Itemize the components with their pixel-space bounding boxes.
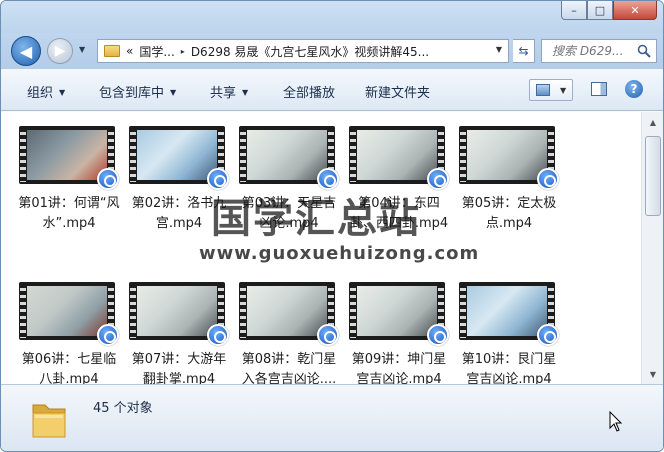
watermark-url: www.guoxuehuizong.com (199, 243, 480, 264)
refresh-icon: ⇆ (518, 44, 529, 58)
media-player-icon (537, 324, 559, 346)
media-player-icon (97, 324, 119, 346)
view-icon (536, 84, 550, 96)
file-item[interactable]: 第07讲：大游年翻卦掌.mp4 (127, 280, 231, 390)
address-dropdown-icon[interactable]: ▼ (496, 45, 502, 54)
video-frame (357, 130, 437, 180)
film-strip (20, 128, 26, 182)
maximize-button[interactable]: □ (587, 1, 613, 20)
video-thumbnail[interactable] (349, 282, 449, 346)
file-item[interactable]: 第06讲：七星临八卦.mp4 (17, 280, 121, 390)
file-name: 第05讲：定太极点.mp4 (461, 196, 557, 231)
window-controls: – □ ✕ (561, 1, 657, 21)
film-strip (350, 128, 356, 182)
search-icon[interactable] (637, 44, 651, 58)
file-item[interactable]: 第08讲：乾门星入各宫吉凶论.... (237, 280, 341, 390)
scroll-thumb[interactable] (645, 136, 661, 216)
media-player-icon (207, 324, 229, 346)
video-thumbnail[interactable] (129, 126, 229, 190)
file-name: 第01讲：何谓“风水”.mp4 (18, 196, 120, 231)
recent-pages-chevron-icon[interactable]: ▼ (79, 45, 85, 54)
media-player-icon (97, 168, 119, 190)
file-item[interactable]: 第01讲：何谓“风水”.mp4 (17, 124, 121, 234)
file-item[interactable]: 第10讲：艮门星宫吉凶论.mp4 (457, 280, 561, 390)
change-view-button[interactable]: ▼ (529, 79, 573, 101)
include-in-library-menu[interactable]: 包含到库中 ▼ (99, 82, 176, 101)
back-button[interactable]: ◀ (11, 36, 41, 66)
video-frame (137, 130, 217, 180)
video-frame (247, 130, 327, 180)
chevron-down-icon[interactable]: ▼ (560, 86, 566, 95)
watermark-title: 国学汇总站 (211, 196, 421, 242)
chevron-down-icon: ▼ (170, 88, 177, 97)
item-count: 45 个对象 (93, 401, 153, 416)
minimize-button[interactable]: – (561, 1, 587, 20)
file-item[interactable]: 第05讲：定太极点.mp4 (457, 124, 561, 234)
video-thumbnail[interactable] (129, 282, 229, 346)
back-arrow-icon: ◀ (19, 41, 33, 61)
media-player-icon (427, 324, 449, 346)
video-thumbnail[interactable] (349, 126, 449, 190)
video-frame (467, 130, 547, 180)
breadcrumb-separator-icon[interactable]: ▸ (181, 47, 185, 56)
video-thumbnail[interactable] (459, 282, 559, 346)
film-strip (460, 128, 466, 182)
command-bar: 组织 ▼ 包含到库中 ▼ 共享 ▼ 全部播放 新建文件夹 ▼ ? (1, 69, 663, 111)
video-thumbnail[interactable] (459, 126, 559, 190)
film-strip (350, 284, 356, 338)
media-player-icon (427, 168, 449, 190)
details-pane: 45 个对象 (1, 384, 663, 451)
video-frame (357, 286, 437, 336)
film-strip (240, 128, 246, 182)
breadcrumb-segment-2[interactable]: D6298 易晟《九宫七星风水》视频讲解45... (191, 43, 429, 60)
folder-icon (104, 45, 120, 57)
new-folder-button[interactable]: 新建文件夹 (365, 82, 430, 101)
film-strip (460, 284, 466, 338)
preview-pane-icon[interactable] (591, 82, 607, 96)
video-thumbnail[interactable] (239, 126, 339, 190)
folder-icon (32, 404, 66, 438)
video-thumbnail[interactable] (239, 282, 339, 346)
title-bar: – □ ✕ (1, 1, 663, 33)
video-thumbnail[interactable] (19, 282, 119, 346)
video-frame (27, 286, 107, 336)
video-frame (467, 286, 547, 336)
mouse-cursor-icon (609, 411, 623, 432)
video-frame (27, 130, 107, 180)
forward-button[interactable]: ▶ (47, 38, 73, 64)
video-thumbnail[interactable] (19, 126, 119, 190)
media-player-icon (317, 324, 339, 346)
refresh-button[interactable]: ⇆ (513, 39, 535, 63)
video-frame (137, 286, 217, 336)
play-all-button[interactable]: 全部播放 (283, 82, 335, 101)
chevron-down-icon: ▼ (59, 88, 66, 97)
scroll-down-icon[interactable]: ▼ (645, 366, 661, 382)
navigation-bar: ◀ ▶ ▼ « 国学... ▸ D6298 易晟《九宫七星风水》视频讲解45..… (1, 33, 663, 69)
include-library-label: 包含到库中 (99, 86, 165, 101)
forward-arrow-icon: ▶ (54, 43, 66, 59)
vertical-scrollbar[interactable]: ▲ ▼ (641, 112, 663, 384)
organize-menu[interactable]: 组织 ▼ (27, 82, 65, 101)
film-strip (130, 284, 136, 338)
scroll-up-icon[interactable]: ▲ (645, 114, 661, 130)
media-player-icon (537, 168, 559, 190)
address-bar[interactable]: « 国学... ▸ D6298 易晟《九宫七星风水》视频讲解45... ▼ (97, 39, 509, 63)
share-menu[interactable]: 共享 ▼ (210, 82, 248, 101)
film-strip (130, 128, 136, 182)
search-input[interactable] (552, 44, 642, 58)
video-frame (247, 286, 327, 336)
address-overflow[interactable]: « (126, 44, 133, 58)
breadcrumb-segment-1[interactable]: 国学... (139, 43, 174, 60)
close-button[interactable]: ✕ (613, 1, 657, 20)
share-label: 共享 (210, 86, 237, 101)
film-strip (20, 284, 26, 338)
search-box (541, 39, 657, 63)
film-strip (240, 284, 246, 338)
chevron-down-icon: ▼ (242, 88, 249, 97)
help-icon[interactable]: ? (625, 80, 643, 98)
organize-label: 组织 (27, 86, 54, 101)
file-item[interactable]: 第09讲：坤门星宫吉凶论.mp4 (347, 280, 451, 390)
explorer-window: – □ ✕ ◀ ▶ ▼ « 国学... ▸ D6298 易晟《九宫七星风水》视频… (0, 0, 664, 452)
